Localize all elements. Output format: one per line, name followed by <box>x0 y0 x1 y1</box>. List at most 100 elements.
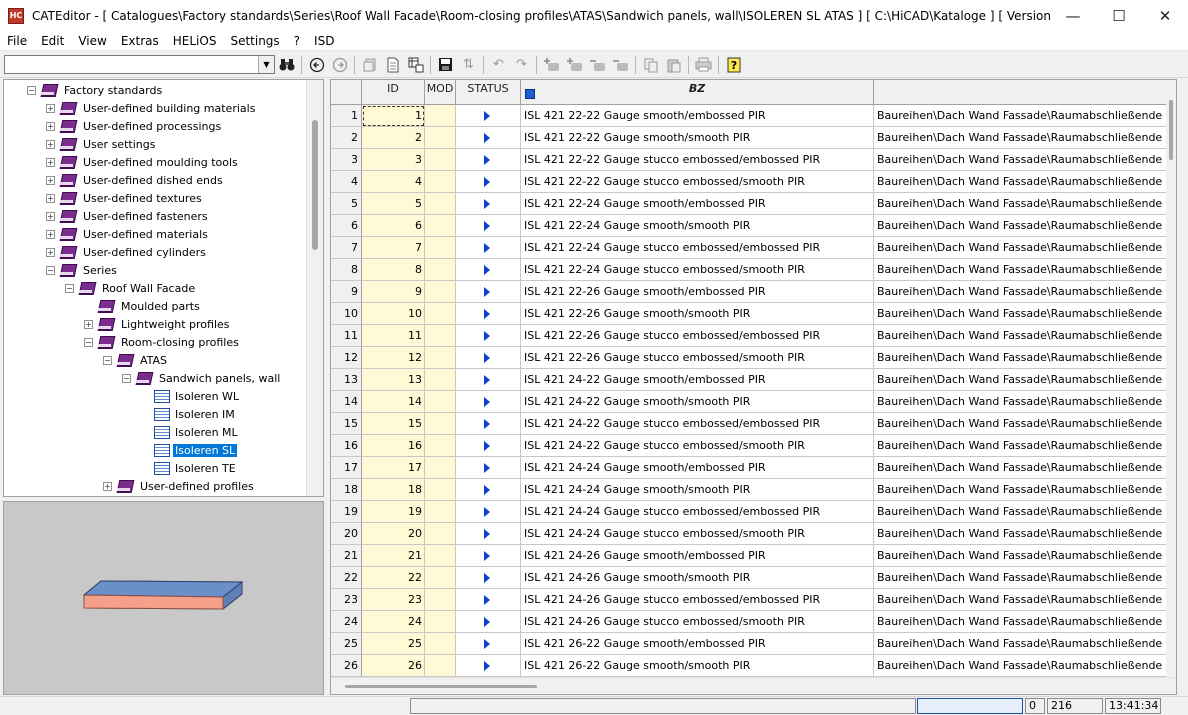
cell-status[interactable] <box>456 545 521 567</box>
data-grid[interactable]: ID MOD STATUS BZ 1 1 ISL 421 22-22 Gauge s… <box>330 79 1177 695</box>
cell-id[interactable]: 5 <box>362 193 425 215</box>
tree-node[interactable]: + User-defined moulding tools <box>46 153 240 171</box>
cell-mod[interactable] <box>425 523 456 545</box>
cell-status[interactable] <box>456 347 521 369</box>
cell-bz[interactable]: ISL 421 22-26 Gauge smooth/embossed PIR <box>521 281 874 303</box>
collapse-toggle-icon[interactable]: − <box>27 85 36 95</box>
chevron-down-icon[interactable]: ▼ <box>258 56 274 73</box>
save-icon[interactable] <box>434 54 457 76</box>
cell-status[interactable] <box>456 611 521 633</box>
tree-node-label[interactable]: Roof Wall Facade <box>100 282 197 295</box>
row-header[interactable]: 18 <box>331 479 362 501</box>
sort-icon[interactable]: ⇅ <box>457 54 480 76</box>
cell-id[interactable]: 6 <box>362 215 425 237</box>
cell-path[interactable]: Baureihen\Dach Wand Fassade\Raumabschlie… <box>874 523 1170 545</box>
cell-mod[interactable] <box>425 171 456 193</box>
cell-bz[interactable]: ISL 421 24-26 Gauge smooth/embossed PIR <box>521 545 874 567</box>
cell-mod[interactable] <box>425 413 456 435</box>
row-header[interactable]: 3 <box>331 149 362 171</box>
cell-bz[interactable]: ISL 421 24-26 Gauge smooth/smooth PIR <box>521 567 874 589</box>
row-header[interactable]: 23 <box>331 589 362 611</box>
tree-node[interactable]: Isoleren WL <box>141 387 241 405</box>
undo-icon[interactable]: ↶ <box>487 54 510 76</box>
expand-toggle-icon[interactable]: + <box>46 121 55 131</box>
cell-status[interactable] <box>456 391 521 413</box>
tree-node[interactable]: + User-defined dished ends <box>46 171 225 189</box>
cell-id[interactable]: 19 <box>362 501 425 523</box>
cell-bz[interactable]: ISL 421 22-26 Gauge smooth/smooth PIR <box>521 303 874 325</box>
cell-path[interactable]: Baureihen\Dach Wand Fassade\Raumabschlie… <box>874 149 1170 171</box>
cell-mod[interactable] <box>425 435 456 457</box>
row-header[interactable]: 19 <box>331 501 362 523</box>
cell-path[interactable]: Baureihen\Dach Wand Fassade\Raumabschlie… <box>874 611 1170 633</box>
menu-item-helios[interactable]: HELiOS <box>166 31 224 51</box>
cell-status[interactable] <box>456 171 521 193</box>
cell-status[interactable] <box>456 237 521 259</box>
cell-id[interactable]: 21 <box>362 545 425 567</box>
tree-node-label[interactable]: Sandwich panels, wall <box>157 372 282 385</box>
cell-path[interactable]: Baureihen\Dach Wand Fassade\Raumabschlie… <box>874 193 1170 215</box>
tree-node[interactable]: + User-defined building materials <box>46 99 257 117</box>
cell-bz[interactable]: ISL 421 22-22 Gauge smooth/embossed PIR <box>521 105 874 127</box>
cell-id[interactable]: 15 <box>362 413 425 435</box>
cell-path[interactable]: Baureihen\Dach Wand Fassade\Raumabschlie… <box>874 325 1170 347</box>
cell-mod[interactable] <box>425 215 456 237</box>
collapse-toggle-icon[interactable]: − <box>84 337 93 347</box>
row-header[interactable]: 17 <box>331 457 362 479</box>
tree-node[interactable]: − Factory standards <box>27 81 164 99</box>
cell-bz[interactable]: ISL 421 24-22 Gauge stucco embossed/smoo… <box>521 435 874 457</box>
cell-id[interactable]: 4 <box>362 171 425 193</box>
cell-mod[interactable] <box>425 237 456 259</box>
tree-node[interactable]: + User-defined materials <box>46 225 210 243</box>
cell-path[interactable]: Baureihen\Dach Wand Fassade\Raumabschlie… <box>874 435 1170 457</box>
cell-id[interactable]: 20 <box>362 523 425 545</box>
cell-status[interactable] <box>456 369 521 391</box>
tree-scrollbar-thumb[interactable] <box>312 120 318 250</box>
cell-id[interactable]: 13 <box>362 369 425 391</box>
row-header[interactable]: 1 <box>331 105 362 127</box>
tree-node[interactable]: + User-defined profiles <box>103 477 256 495</box>
cell-bz[interactable]: ISL 421 22-22 Gauge stucco embossed/embo… <box>521 149 874 171</box>
tree-node[interactable]: + User-defined processings <box>46 117 223 135</box>
cell-path[interactable]: Baureihen\Dach Wand Fassade\Raumabschlie… <box>874 281 1170 303</box>
grid-horizontal-scrollbar[interactable] <box>331 677 1176 694</box>
table-link-icon[interactable] <box>404 54 427 76</box>
cell-mod[interactable] <box>425 457 456 479</box>
cell-status[interactable] <box>456 325 521 347</box>
grid-vertical-scrollbar-thumb[interactable] <box>1169 100 1173 160</box>
row-header[interactable]: 24 <box>331 611 362 633</box>
expand-toggle-icon[interactable]: + <box>46 247 55 257</box>
cell-id[interactable]: 23 <box>362 589 425 611</box>
cell-status[interactable] <box>456 457 521 479</box>
cell-path[interactable]: Baureihen\Dach Wand Fassade\Raumabschlie… <box>874 127 1170 149</box>
cell-bz[interactable]: ISL 421 24-24 Gauge smooth/smooth PIR <box>521 479 874 501</box>
cell-path[interactable]: Baureihen\Dach Wand Fassade\Raumabschlie… <box>874 369 1170 391</box>
insert-row-icon[interactable] <box>563 54 586 76</box>
cell-mod[interactable] <box>425 567 456 589</box>
tree-node[interactable]: − Roof Wall Facade <box>65 279 197 297</box>
tree-node-label[interactable]: User-defined dished ends <box>81 174 225 187</box>
print-icon[interactable] <box>692 54 715 76</box>
cell-mod[interactable] <box>425 479 456 501</box>
cell-bz[interactable]: ISL 421 22-26 Gauge stucco embossed/smoo… <box>521 347 874 369</box>
cell-status[interactable] <box>456 193 521 215</box>
row-header[interactable]: 10 <box>331 303 362 325</box>
cell-status[interactable] <box>456 523 521 545</box>
copy-icon[interactable] <box>639 54 662 76</box>
grid-corner-header[interactable] <box>331 80 362 105</box>
grid-horizontal-scrollbar-thumb[interactable] <box>345 685 537 688</box>
menu-item-extras[interactable]: Extras <box>114 31 166 51</box>
cell-mod[interactable] <box>425 193 456 215</box>
cell-id[interactable]: 12 <box>362 347 425 369</box>
expand-toggle-icon[interactable]: + <box>46 193 55 203</box>
cell-path[interactable]: Baureihen\Dach Wand Fassade\Raumabschlie… <box>874 215 1170 237</box>
tree-node[interactable]: + Lightweight profiles <box>84 315 232 333</box>
binoculars-icon[interactable] <box>275 54 298 76</box>
cell-status[interactable] <box>456 589 521 611</box>
cell-bz[interactable]: ISL 421 24-22 Gauge smooth/smooth PIR <box>521 391 874 413</box>
cell-bz[interactable]: ISL 421 26-22 Gauge smooth/embossed PIR <box>521 633 874 655</box>
cell-bz[interactable]: ISL 421 24-22 Gauge smooth/embossed PIR <box>521 369 874 391</box>
cell-bz[interactable]: ISL 421 22-24 Gauge stucco embossed/smoo… <box>521 259 874 281</box>
row-header[interactable]: 4 <box>331 171 362 193</box>
tree-node[interactable]: + User-defined fasteners <box>46 207 210 225</box>
